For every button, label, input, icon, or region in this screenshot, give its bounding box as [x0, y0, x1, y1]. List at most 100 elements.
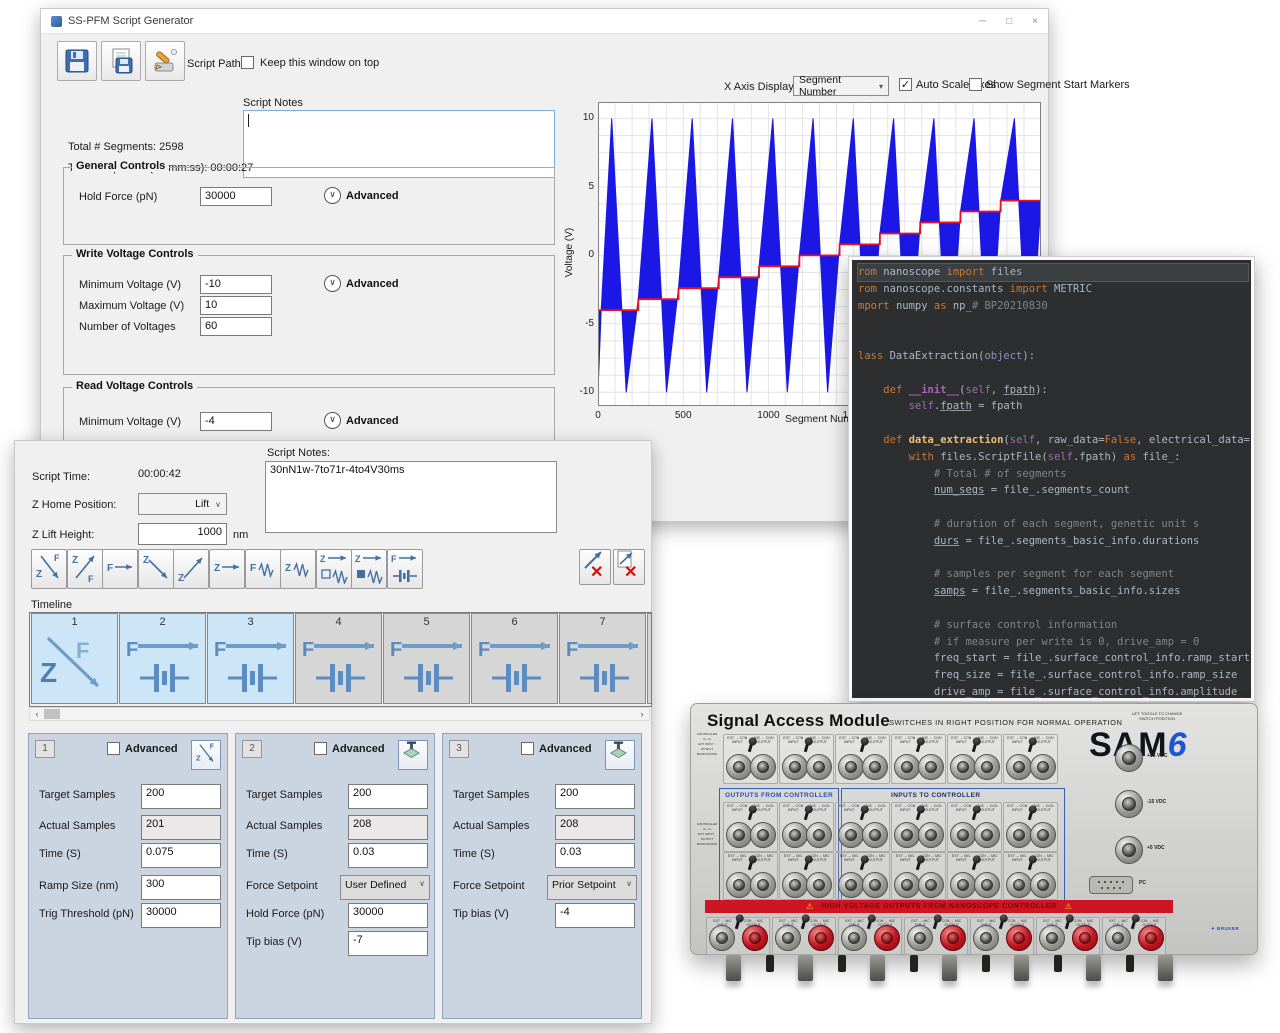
timeline-segment-icon: F — [208, 630, 293, 707]
save-copy-button[interactable] — [101, 41, 141, 81]
timeline-segment-number: 2 — [120, 616, 205, 628]
maximize-button[interactable]: □ — [1006, 16, 1012, 27]
field-input[interactable]: -7 — [348, 931, 428, 956]
bnc-pair-label: EXT → MICINPUT — [949, 854, 974, 862]
general-advanced-expander[interactable]: ∨Advanced — [324, 187, 399, 204]
z-ramp-down-button[interactable]: Z — [138, 549, 174, 589]
field-input[interactable]: 0.03 — [555, 843, 635, 868]
panel-type-button[interactable] — [398, 740, 428, 770]
scroll-right-arrow-icon[interactable]: › — [635, 708, 649, 720]
bnc-connector-icon — [841, 925, 867, 951]
svg-text:Z: Z — [355, 554, 361, 564]
code-line: freq_size = file_.surface_control_info.r… — [858, 667, 1251, 684]
z-approach-force-button[interactable]: ZF — [31, 549, 67, 589]
min-voltage-label: Minimum Voltage (V) — [79, 279, 181, 291]
code-line: rom nanoscope.constants import METRIC — [858, 281, 1251, 298]
force-wave-button[interactable]: F — [245, 549, 281, 589]
segment-panel-1: 1AdvancedZFTarget Samples200Actual Sampl… — [28, 733, 228, 1019]
field-input[interactable]: 200 — [555, 784, 635, 809]
field-input[interactable]: 0.075 — [141, 843, 221, 868]
write-min-voltage-input[interactable]: -10 — [200, 275, 272, 294]
code-line — [858, 415, 1251, 432]
timeline-segment-8[interactable]: 8F — [647, 613, 652, 704]
z-wave-button[interactable]: Z — [280, 549, 316, 589]
delete-segment-button[interactable]: ✕ — [579, 549, 611, 585]
scrollbar-thumb[interactable] — [44, 709, 60, 719]
window1-titlebar[interactable]: SS-PFM Script Generator ─ □ × — [41, 9, 1048, 34]
field-select[interactable]: User Defined∨ — [340, 875, 430, 900]
timeline-segment-5[interactable]: 5F — [383, 613, 470, 704]
z-image-wave-button[interactable]: Z — [351, 549, 387, 589]
field-input[interactable]: 30000 — [141, 903, 221, 928]
timeline-strip: 1ZF2F3F4F5F6F7F8F — [29, 612, 652, 707]
timeline-segment-4[interactable]: 4F — [295, 613, 382, 704]
field-select[interactable]: Prior Setpoint∨ — [547, 875, 637, 900]
z-retract-force-button[interactable]: ZF — [67, 549, 103, 589]
field-input[interactable]: 300 — [141, 875, 221, 900]
bnc-connector-icon — [726, 754, 752, 780]
timeline-segment-3[interactable]: 3F — [207, 613, 294, 704]
bnc-pair-label: EXT → CONINPUT — [1005, 804, 1030, 812]
keep-on-top-label: Keep this window on top — [260, 57, 379, 69]
x-axis-display-label: X Axis Display — [724, 81, 794, 93]
hold-force-input[interactable]: 30000 — [200, 187, 272, 206]
field-input[interactable]: 200 — [141, 784, 221, 809]
segment-markers-checkbox[interactable] — [969, 78, 982, 91]
save-button[interactable] — [57, 41, 97, 81]
script-notes-textarea[interactable]: 30nN1w-7to71r-4to4V30ms — [265, 461, 557, 533]
rear-connector — [870, 955, 885, 981]
field-input[interactable]: -4 — [555, 903, 635, 928]
save-icon — [63, 47, 91, 75]
z-ramp-up-button[interactable]: Z — [173, 549, 209, 589]
edit-script-button[interactable] — [145, 41, 185, 81]
code-line: drive_amp = file_.surface_control_info.a… — [858, 684, 1251, 698]
minimize-button[interactable]: ─ — [979, 16, 986, 27]
z-home-dropdown[interactable]: Lift∨ — [138, 493, 227, 515]
panel-number: 3 — [449, 740, 469, 758]
bnc-pair-label: EXT → CONINPUT — [1005, 736, 1030, 744]
write-max-voltage-input[interactable]: 10 — [200, 296, 272, 315]
svg-text:F: F — [250, 563, 256, 574]
rear-connector — [1086, 955, 1101, 981]
panel-type-button[interactable] — [605, 740, 635, 770]
x-tick-label: 1000 — [753, 410, 783, 421]
timeline-scrollbar[interactable]: ‹ › — [29, 707, 650, 721]
field-input[interactable]: 0.03 — [348, 843, 428, 868]
z-step-wave-button[interactable]: Z — [316, 549, 352, 589]
timeline-segment-6[interactable]: 6F — [471, 613, 558, 704]
python-code[interactable]: rom nanoscope import filesrom nanoscope.… — [852, 260, 1251, 698]
delete-all-segments-button[interactable]: ✕ — [613, 549, 645, 585]
field-input[interactable]: 30000 — [348, 903, 428, 928]
bnc-pair: EXT → CONINPUTMIC → CONOUTPUT — [723, 734, 778, 784]
timeline-segment-7[interactable]: 7F — [559, 613, 646, 704]
panel-advanced-checkbox[interactable] — [107, 742, 120, 755]
write-advanced-expander[interactable]: ∨Advanced — [324, 275, 399, 292]
panel-advanced-checkbox[interactable] — [314, 742, 327, 755]
timeline-segment-icon: F — [648, 630, 652, 707]
num-voltages-input[interactable]: 60 — [200, 317, 272, 336]
panel-advanced-checkbox[interactable] — [521, 742, 534, 755]
z-hold-button[interactable]: Z — [209, 549, 245, 589]
panel-advanced-label: Advanced — [332, 743, 385, 755]
close-button[interactable]: × — [1032, 16, 1038, 27]
bnc-connector-icon — [950, 754, 976, 780]
x-axis-display-dropdown[interactable]: Segment Number▾ — [793, 76, 889, 96]
toggle-switch-icon — [915, 743, 920, 752]
timeline-segment-2[interactable]: 2F — [119, 613, 206, 704]
force-bias-button[interactable]: F — [387, 549, 423, 589]
scroll-left-arrow-icon[interactable]: ‹ — [30, 708, 44, 720]
bnc-connector-icon — [806, 872, 832, 898]
code-line — [858, 550, 1251, 567]
timeline-segment-1[interactable]: 1ZF — [31, 613, 118, 704]
auto-scale-checkbox[interactable]: ✓ — [899, 78, 912, 91]
panel-type-button[interactable]: ZF — [191, 740, 221, 770]
keep-on-top-checkbox[interactable] — [241, 56, 254, 69]
force-hold-button[interactable]: F — [102, 549, 138, 589]
bnc-connector-icon — [1039, 925, 1065, 951]
read-min-voltage-input[interactable]: -4 — [200, 412, 272, 431]
read-advanced-expander[interactable]: ∨Advanced — [324, 412, 399, 429]
z-lift-input[interactable]: 1000 — [138, 523, 227, 545]
field-input[interactable]: 200 — [348, 784, 428, 809]
toggle-switch-icon — [1027, 811, 1032, 820]
signal-access-module-photo: Signal Access Module SWITCHES IN RIGHT P… — [690, 703, 1258, 995]
